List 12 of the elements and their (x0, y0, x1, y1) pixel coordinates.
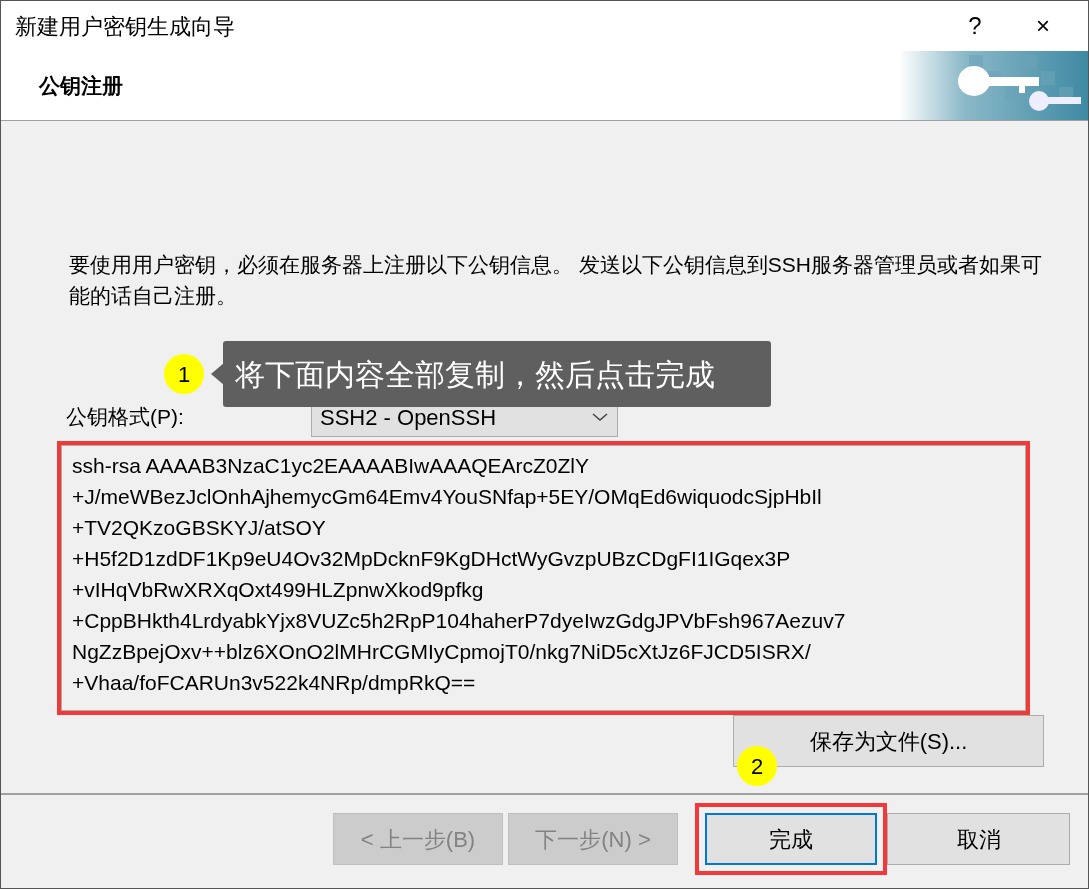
description-text: 要使用用户密钥，必须在服务器上注册以下公钥信息。 发送以下公钥信息到SSH服务器管理员或者如果可能的话自己注册。 (68, 252, 1043, 309)
instruction-tooltip: 将下面内容全部复制，然后点击完成 (223, 341, 771, 407)
cancel-button[interactable]: 取消 (887, 813, 1070, 865)
finish-button[interactable]: 完成 (705, 813, 877, 865)
close-button[interactable]: × (1020, 8, 1066, 44)
format-label: 公钥格式(P): (66, 404, 185, 431)
chevron-down-icon (591, 412, 609, 422)
help-button[interactable]: ? (952, 8, 998, 44)
step-number-badge: 1 (164, 354, 204, 394)
window-title: 新建用户密钥生成向导 (15, 12, 236, 41)
page-title: 公钥注册 (38, 72, 124, 99)
step-number-badge: 2 (737, 746, 777, 786)
